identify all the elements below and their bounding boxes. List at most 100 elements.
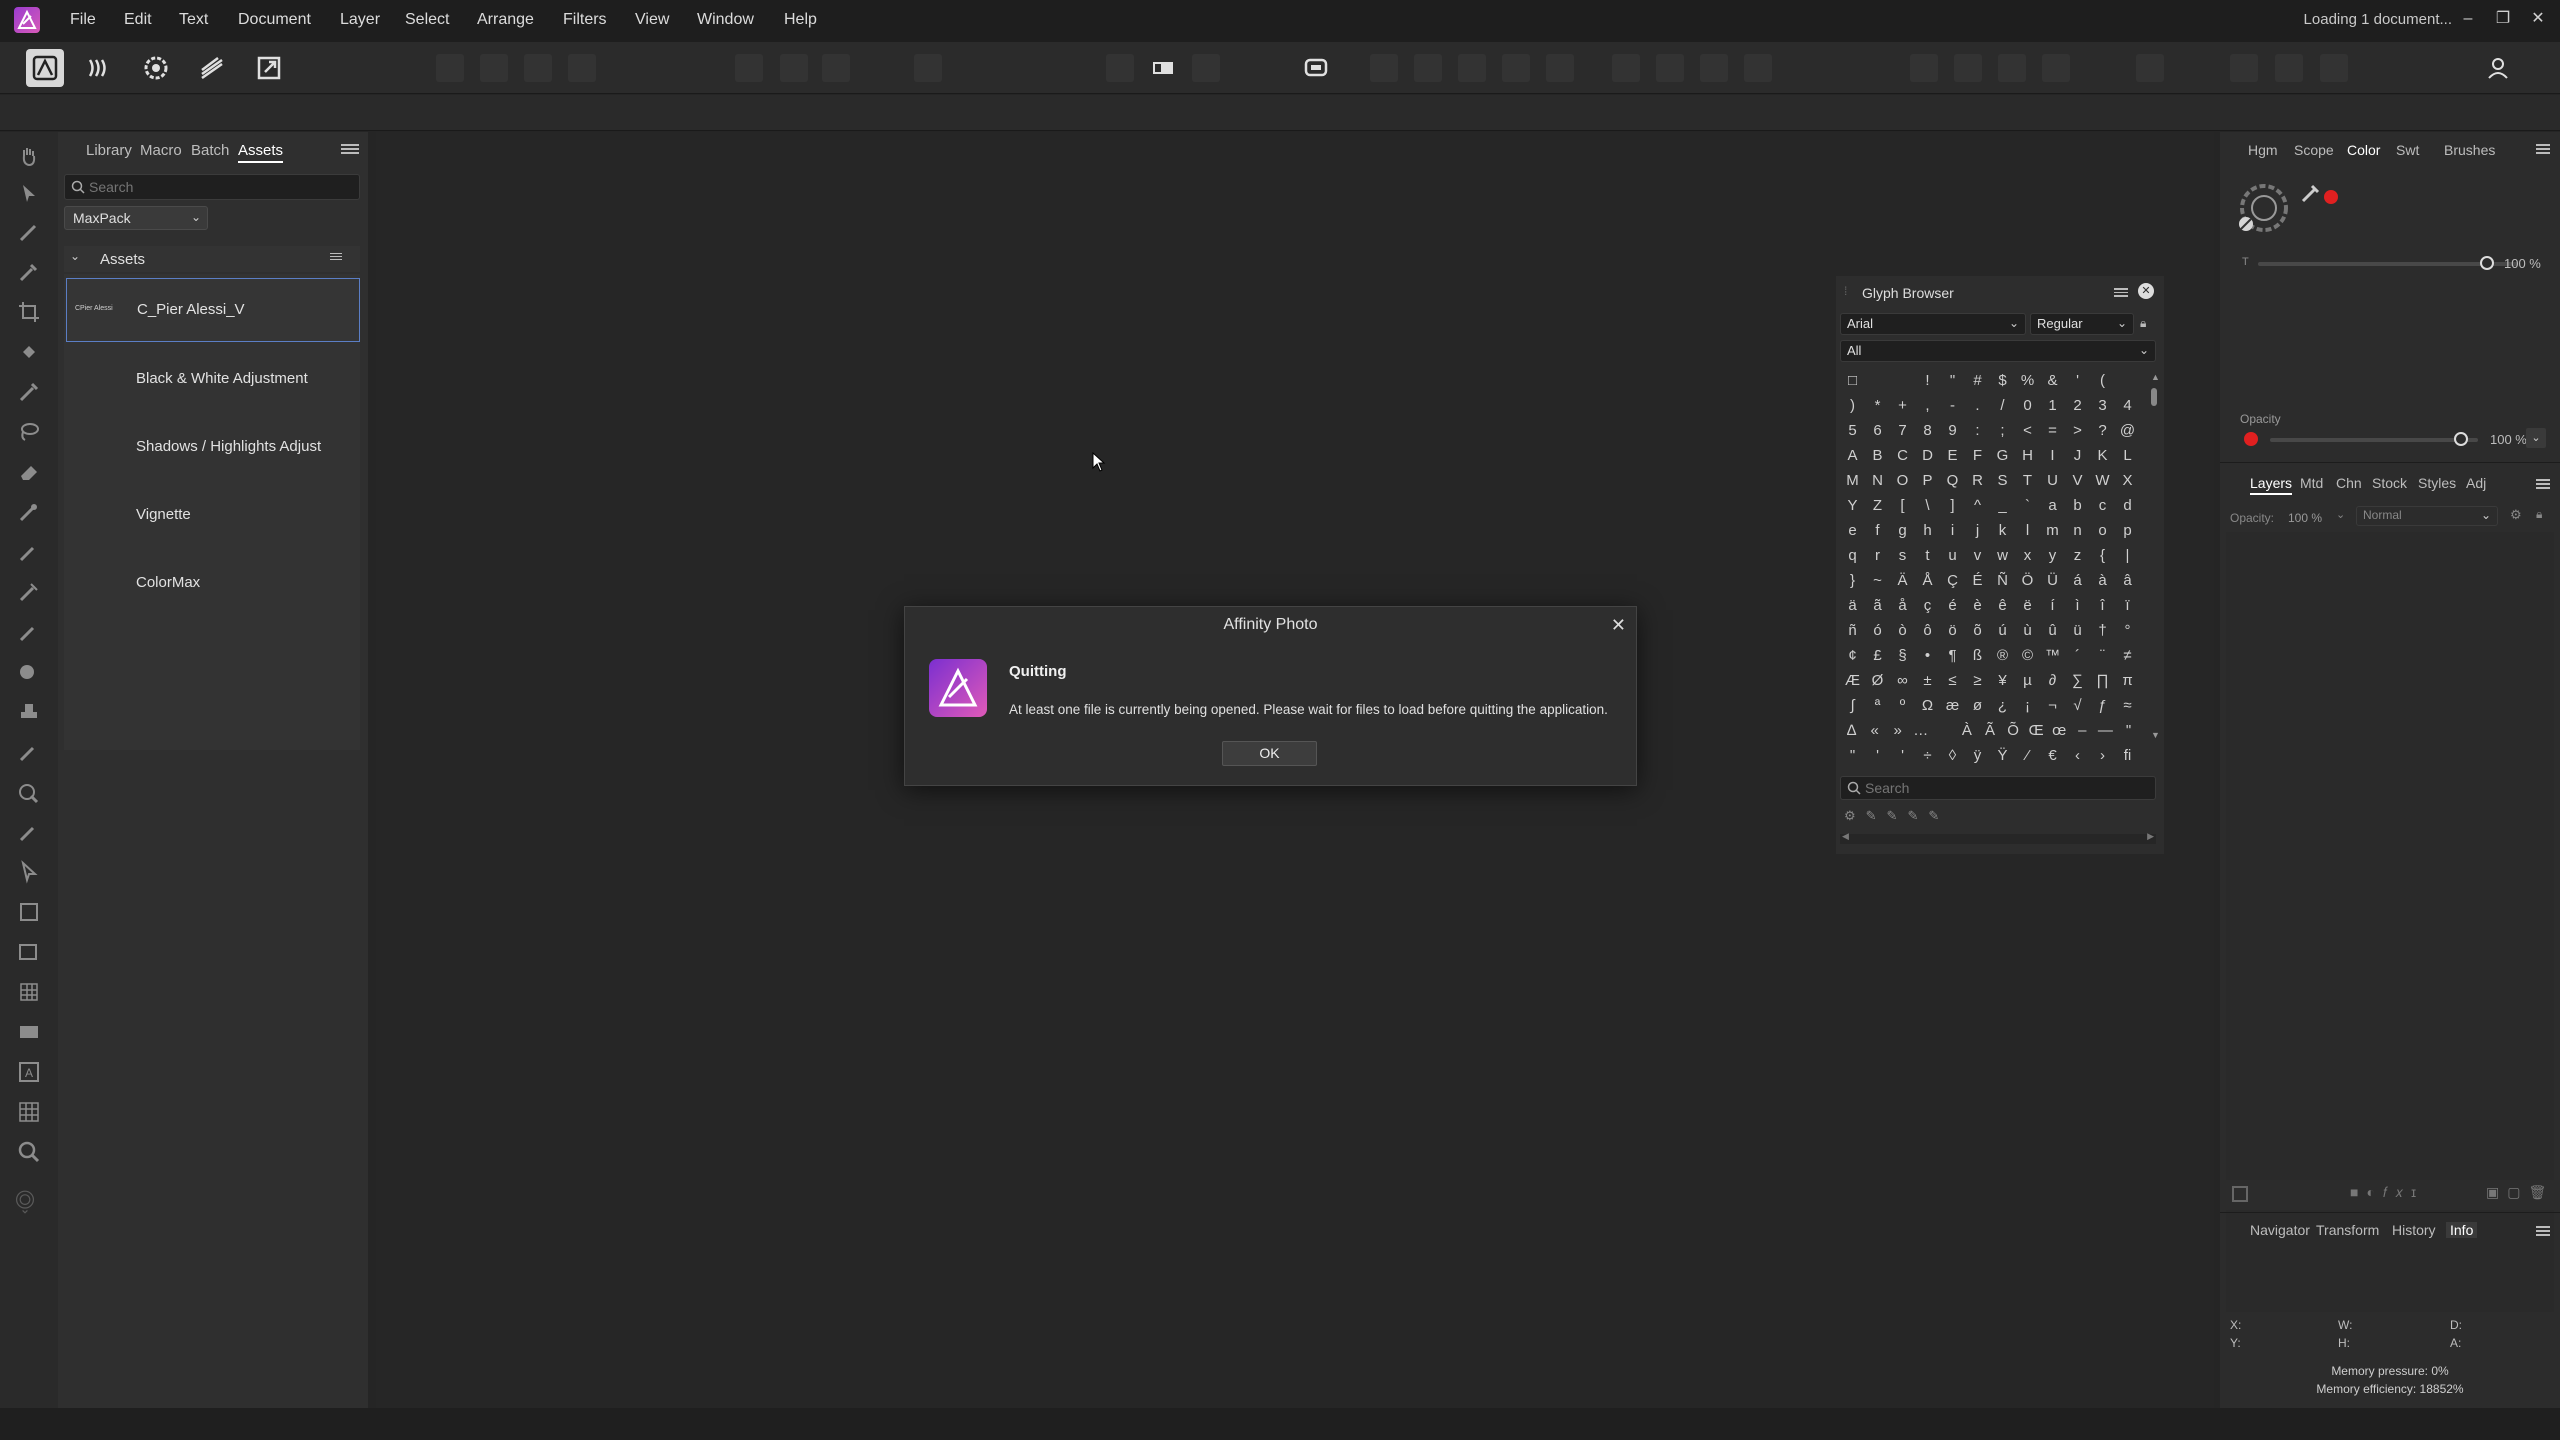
healing-brush-icon[interactable] bbox=[17, 740, 41, 764]
glyph-cell[interactable]: Å bbox=[1915, 568, 1940, 593]
glyph-cell[interactable]: I bbox=[2040, 443, 2065, 468]
glyph-cell[interactable]: ï bbox=[2115, 593, 2140, 618]
info-panel-menu-icon[interactable] bbox=[2536, 1224, 2550, 1238]
frame-text-icon[interactable] bbox=[17, 1020, 41, 1044]
glyph-cell[interactable]: X bbox=[2115, 468, 2140, 493]
glyph-cell[interactable]: 7 bbox=[1890, 418, 1915, 443]
layer-icon[interactable] bbox=[2230, 54, 2258, 82]
glyph-cell[interactable]: b bbox=[2065, 493, 2090, 518]
boolean-icon-2[interactable] bbox=[1414, 54, 1442, 82]
glyph-cell[interactable]: â bbox=[2115, 568, 2140, 593]
menu-text[interactable]: Text bbox=[179, 11, 208, 29]
glyph-cell[interactable]: ç bbox=[1915, 593, 1940, 618]
tab-brushes[interactable]: Brushes bbox=[2444, 142, 2495, 158]
glyph-cell[interactable]: R bbox=[1965, 468, 1990, 493]
scroll-right-icon[interactable]: ▶ bbox=[2147, 831, 2154, 842]
glyph-cell[interactable]: ® bbox=[1990, 643, 2015, 668]
tab-histogram[interactable]: Hgm bbox=[2248, 142, 2278, 158]
tab-metadata[interactable]: Mtd bbox=[2300, 475, 2323, 491]
glyph-cell[interactable]: ó bbox=[1865, 618, 1890, 643]
glyph-cell[interactable]: ª bbox=[1865, 693, 1890, 718]
glyph-cell[interactable]: x bbox=[2015, 543, 2040, 568]
glyph-cell[interactable]: g bbox=[1890, 518, 1915, 543]
color-wheel-icon[interactable] bbox=[2238, 182, 2290, 234]
glyph-cell[interactable]: s bbox=[1890, 543, 1915, 568]
refine-icon[interactable] bbox=[524, 54, 552, 82]
glyph-cell[interactable]: w bbox=[1990, 543, 2015, 568]
glyph-cell[interactable]: ¶ bbox=[1940, 643, 1965, 668]
glyph-cell[interactable]: h bbox=[1915, 518, 1940, 543]
deselect-icon[interactable] bbox=[568, 54, 596, 82]
glyph-cell[interactable]: d bbox=[2115, 493, 2140, 518]
opacity-dropdown-icon[interactable]: ⌄ bbox=[2526, 428, 2546, 448]
align-icon-3[interactable] bbox=[1700, 54, 1728, 82]
glyph-cell[interactable]: | bbox=[2115, 543, 2140, 568]
flip-icon-3[interactable] bbox=[1998, 54, 2026, 82]
glyph-cell[interactable]: Ü bbox=[2040, 568, 2065, 593]
assets-search-field[interactable] bbox=[64, 174, 360, 200]
eyedropper-icon[interactable] bbox=[2300, 182, 2322, 204]
boolean-icon[interactable] bbox=[1370, 54, 1398, 82]
glyph-cell[interactable]: § bbox=[1890, 643, 1915, 668]
hand-tool-icon[interactable] bbox=[17, 144, 41, 168]
glyph-cell[interactable]: } bbox=[1840, 568, 1865, 593]
glyph-cell[interactable]: l bbox=[2015, 518, 2040, 543]
glyph-cell[interactable]: c bbox=[2090, 493, 2115, 518]
blur-tool-icon[interactable] bbox=[17, 620, 41, 644]
artistic-text-icon[interactable]: A bbox=[17, 1060, 41, 1084]
glyph-cell[interactable]: … bbox=[1909, 718, 1932, 743]
layer-lock-icon[interactable]: 🔒︎ bbox=[2536, 507, 2542, 522]
glyph-cell[interactable]: % bbox=[2015, 368, 2040, 393]
flood-fill-icon[interactable] bbox=[17, 340, 41, 364]
menu-layer[interactable]: Layer bbox=[340, 11, 380, 29]
arrange-icon-2[interactable] bbox=[780, 54, 808, 82]
glyph-cell[interactable]: ∑ bbox=[2065, 668, 2090, 693]
glyph-cell[interactable]: / bbox=[1990, 393, 2015, 418]
lasso-tool-icon[interactable] bbox=[17, 420, 41, 444]
glyph-cell[interactable]: a bbox=[2040, 493, 2065, 518]
liquify-persona-icon[interactable] bbox=[80, 49, 118, 87]
glyph-cell[interactable]: Ñ bbox=[1990, 568, 2015, 593]
glyph-cell[interactable]: ∂ bbox=[2040, 668, 2065, 693]
paint-brush-icon[interactable] bbox=[17, 380, 41, 404]
glyph-cell[interactable]: ö bbox=[1940, 618, 1965, 643]
glyph-cell[interactable]: W bbox=[2090, 468, 2115, 493]
glyph-cell[interactable]: U bbox=[2040, 468, 2065, 493]
glyph-cell[interactable]: Ã bbox=[1978, 718, 2001, 743]
glyph-cell[interactable]: º bbox=[1890, 693, 1915, 718]
glyph-cell[interactable]: , bbox=[1915, 393, 1940, 418]
tab-styles[interactable]: Styles bbox=[2418, 475, 2456, 491]
glyph-cell[interactable]: œ bbox=[2048, 718, 2071, 743]
section-menu-icon[interactable] bbox=[330, 251, 342, 261]
glyph-cell[interactable]: r bbox=[1865, 543, 1890, 568]
menu-select[interactable]: Select bbox=[405, 11, 449, 29]
glyph-cell[interactable]: » bbox=[1886, 718, 1909, 743]
tint-slider-knob[interactable] bbox=[2480, 256, 2494, 270]
stamp-tool-icon[interactable] bbox=[17, 700, 41, 724]
glyph-cell[interactable]: ' bbox=[1890, 743, 1915, 768]
flip-icon[interactable] bbox=[1910, 54, 1938, 82]
asset-item-shadows-highlights[interactable]: Shadows / Highlights Adjust bbox=[66, 414, 360, 478]
glyph-cell[interactable]: ú bbox=[1990, 618, 2015, 643]
glyph-cell[interactable]: è bbox=[1965, 593, 1990, 618]
glyph-cell[interactable]: – bbox=[2071, 718, 2094, 743]
glyph-scrollbar[interactable]: ▲ ▼ bbox=[2150, 372, 2160, 742]
glyph-cell[interactable]: u bbox=[1940, 543, 1965, 568]
glyph-cell[interactable]: õ bbox=[1965, 618, 1990, 643]
vector-crop-icon[interactable] bbox=[17, 900, 41, 924]
tab-layers[interactable]: Layers bbox=[2250, 475, 2293, 495]
glyph-cell[interactable]: • bbox=[1915, 643, 1940, 668]
blend-mode-dropdown[interactable]: Normal ⌄ bbox=[2356, 506, 2498, 526]
glyph-cell[interactable]: ` bbox=[2015, 493, 2040, 518]
glyph-cell[interactable]: T bbox=[2015, 468, 2040, 493]
rectangle-tool-icon[interactable] bbox=[17, 940, 41, 964]
glyph-cell[interactable]: # bbox=[1965, 368, 1990, 393]
account-icon[interactable] bbox=[2484, 54, 2512, 82]
glyph-cell[interactable]: ¬ bbox=[2040, 693, 2065, 718]
glyph-cell[interactable]: † bbox=[2090, 618, 2115, 643]
glyph-cell[interactable]: √ bbox=[2065, 693, 2090, 718]
glyph-cell[interactable]: @ bbox=[2115, 418, 2140, 443]
glyph-cell[interactable]: y bbox=[2040, 543, 2065, 568]
selection-brush-icon[interactable] bbox=[17, 220, 41, 244]
menu-window[interactable]: Window bbox=[697, 11, 754, 29]
